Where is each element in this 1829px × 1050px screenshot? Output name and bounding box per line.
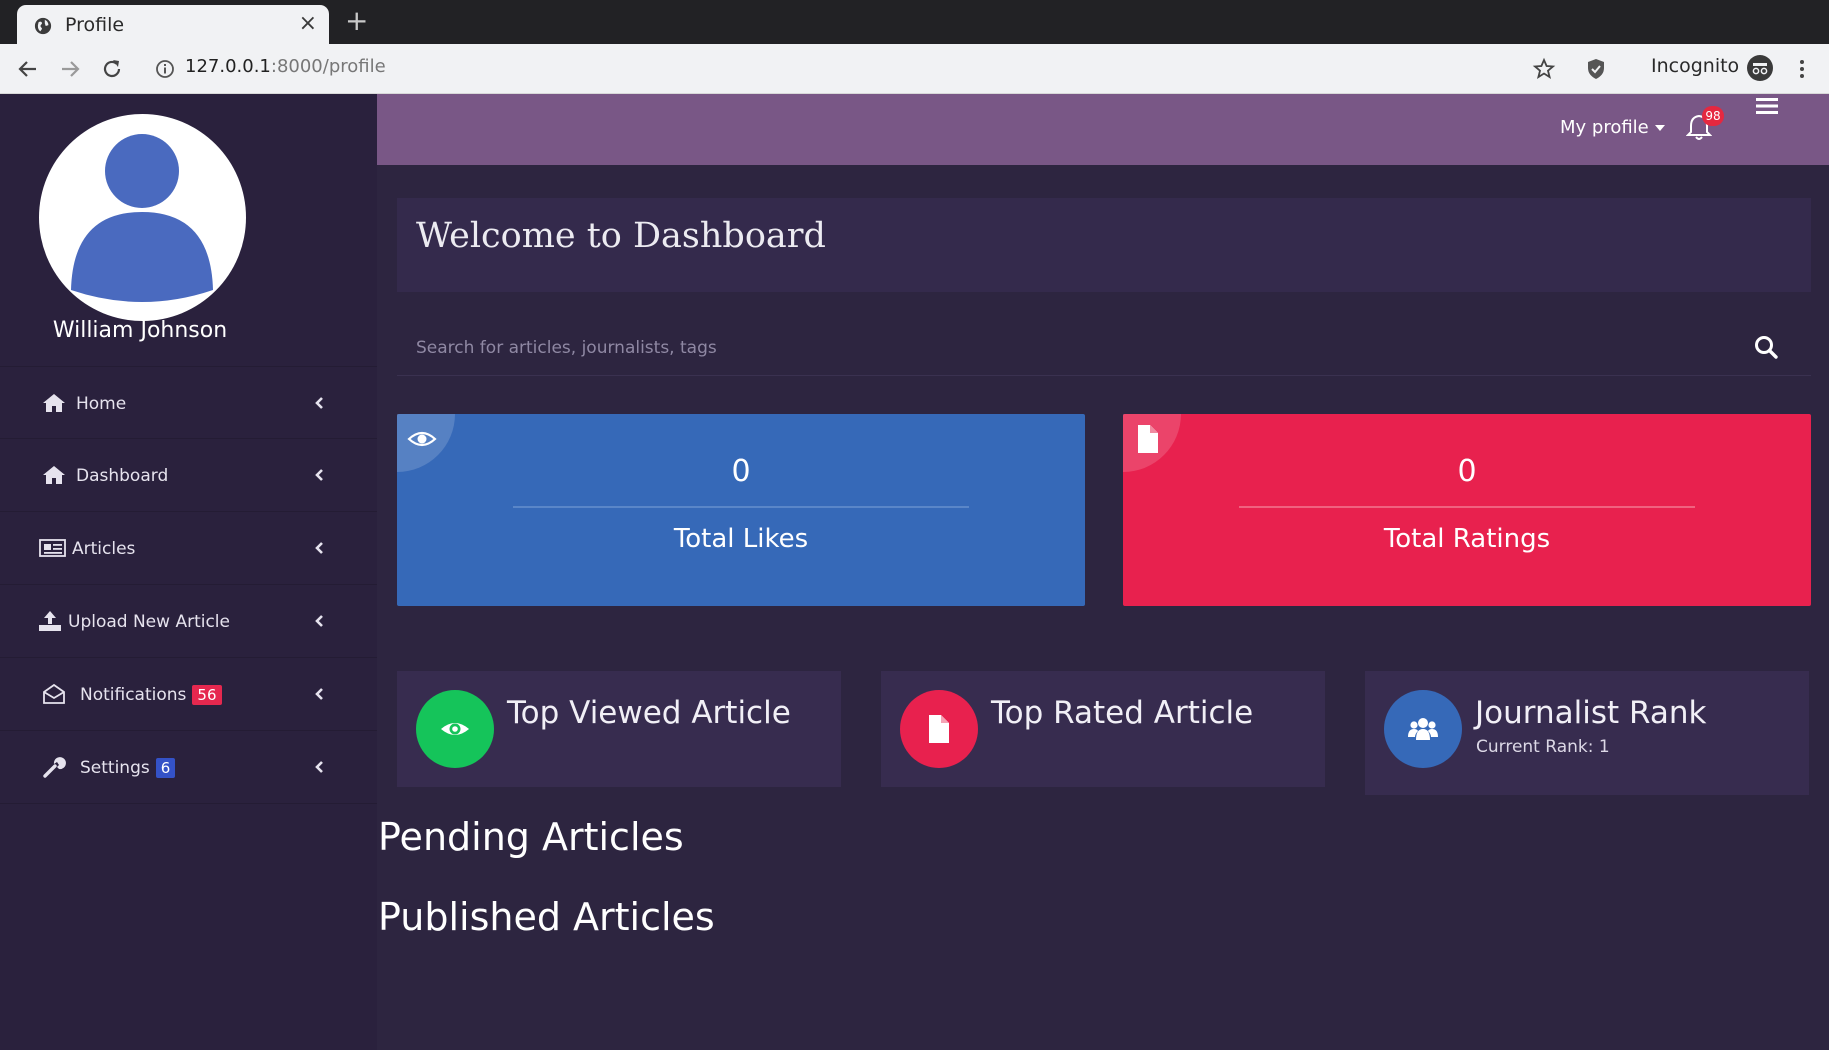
- sidebar-item-upload-new-article[interactable]: Upload New Article: [0, 585, 377, 658]
- url-path: :8000/profile: [270, 56, 386, 77]
- notification-count-badge: 98: [1702, 106, 1724, 126]
- user-avatar-icon: [71, 134, 213, 302]
- sidebar-item-notifications[interactable]: Notifications 56: [0, 658, 377, 731]
- back-arrow-icon[interactable]: [16, 57, 40, 81]
- tab-title: Profile: [65, 14, 125, 36]
- home-icon: [43, 394, 65, 412]
- address-bar[interactable]: 127.0.0.1:8000/profile: [185, 56, 386, 77]
- browser-toolbar: 127.0.0.1:8000/profile Incognito: [0, 44, 1829, 94]
- sidebar-item-label: Notifications 56: [80, 685, 222, 705]
- total-ratings-value: 0: [1457, 454, 1477, 489]
- sidebar-menu: Home Dashboard Articles Upload New Artic…: [0, 366, 377, 804]
- settings-label: Settings: [80, 758, 150, 778]
- globe-icon: [34, 17, 52, 35]
- sidebar-item-label: Home: [76, 394, 127, 414]
- browser-tab-bar: Profile × +: [0, 0, 1829, 44]
- my-profile-label: My profile: [1560, 117, 1649, 138]
- sidebar-item-label: Settings 6: [80, 758, 176, 778]
- close-tab-icon[interactable]: ×: [299, 11, 317, 37]
- total-ratings-card: 0 Total Ratings: [1123, 414, 1811, 606]
- avatar[interactable]: [39, 114, 246, 321]
- current-rank: Current Rank: 1: [1476, 737, 1610, 757]
- wrench-icon: [43, 757, 66, 778]
- total-likes-label: Total Likes: [673, 524, 809, 554]
- file-icon: [929, 715, 949, 743]
- file-icon: [1138, 425, 1158, 453]
- my-profile-dropdown[interactable]: My profile: [1560, 117, 1665, 138]
- divider: [513, 506, 969, 508]
- total-likes-card: 0 Total Likes: [397, 414, 1085, 606]
- eye-icon: [441, 723, 469, 735]
- browser-menu-icon[interactable]: [1790, 57, 1814, 81]
- new-tab-icon[interactable]: +: [345, 6, 368, 36]
- chevron-left-icon: [315, 397, 323, 409]
- sidebar-item-label: Dashboard: [76, 466, 169, 486]
- sidebar-item-settings[interactable]: Settings 6: [0, 731, 377, 804]
- sidebar-item-label: Upload New Article: [68, 612, 230, 632]
- user-name: William Johnson: [52, 318, 228, 343]
- chevron-left-icon: [315, 688, 323, 700]
- upload-icon: [39, 611, 61, 631]
- pending-articles-heading: Pending Articles: [378, 815, 684, 859]
- top-rated-article-card[interactable]: Top Rated Article: [881, 671, 1325, 787]
- chevron-left-icon: [315, 469, 323, 481]
- published-articles-heading: Published Articles: [378, 895, 715, 939]
- hamburger-menu-icon[interactable]: [1756, 97, 1778, 115]
- browser-tab[interactable]: Profile ×: [17, 5, 329, 44]
- users-icon: [1408, 718, 1438, 740]
- top-viewed-article-card[interactable]: Top Viewed Article: [397, 671, 841, 787]
- sidebar-item-dashboard[interactable]: Dashboard: [0, 439, 377, 512]
- notifications-count-badge: 56: [192, 685, 222, 705]
- caret-down-icon: [1654, 125, 1665, 131]
- home-icon: [43, 466, 65, 484]
- total-likes-value: 0: [731, 454, 751, 489]
- chevron-left-icon: [315, 542, 323, 554]
- notifications-label: Notifications: [80, 685, 187, 705]
- forward-arrow-icon[interactable]: [58, 57, 82, 81]
- top-header: My profile 98: [377, 94, 1829, 165]
- incognito-label: Incognito: [1651, 55, 1740, 77]
- icon-circle: [900, 690, 978, 768]
- settings-count-badge: 6: [155, 758, 176, 778]
- card-title: Top Rated Article: [991, 695, 1254, 731]
- divider: [1239, 506, 1695, 508]
- card-title: Journalist Rank: [1475, 695, 1707, 731]
- search-icon[interactable]: [1753, 334, 1779, 360]
- url-host: 127.0.0.1: [185, 56, 271, 77]
- incognito-icon: [1747, 55, 1773, 81]
- eye-icon: [407, 431, 437, 447]
- info-icon[interactable]: [155, 59, 175, 79]
- reload-icon[interactable]: [100, 57, 124, 81]
- icon-circle: [416, 690, 494, 768]
- newspaper-icon: [39, 539, 66, 557]
- welcome-panel: Welcome to Dashboard: [397, 198, 1811, 292]
- search-input[interactable]: [416, 334, 1716, 362]
- sidebar-item-home[interactable]: Home: [0, 366, 377, 439]
- icon-circle: [1384, 690, 1462, 768]
- envelope-open-icon: [43, 683, 65, 704]
- journalist-rank-card[interactable]: Journalist Rank Current Rank: 1: [1365, 671, 1809, 795]
- star-icon[interactable]: [1532, 57, 1556, 81]
- chevron-left-icon: [315, 761, 323, 773]
- total-ratings-label: Total Ratings: [1383, 524, 1551, 554]
- shield-extension-icon[interactable]: [1584, 57, 1608, 81]
- page-title: Welcome to Dashboard: [416, 216, 826, 256]
- sidebar-item-articles[interactable]: Articles: [0, 512, 377, 585]
- chevron-left-icon: [315, 615, 323, 627]
- sidebar: William Johnson Home Dashboard Articles …: [0, 94, 377, 1050]
- search-bar: [397, 322, 1811, 376]
- sidebar-item-label: Articles: [72, 539, 136, 559]
- card-title: Top Viewed Article: [507, 695, 791, 731]
